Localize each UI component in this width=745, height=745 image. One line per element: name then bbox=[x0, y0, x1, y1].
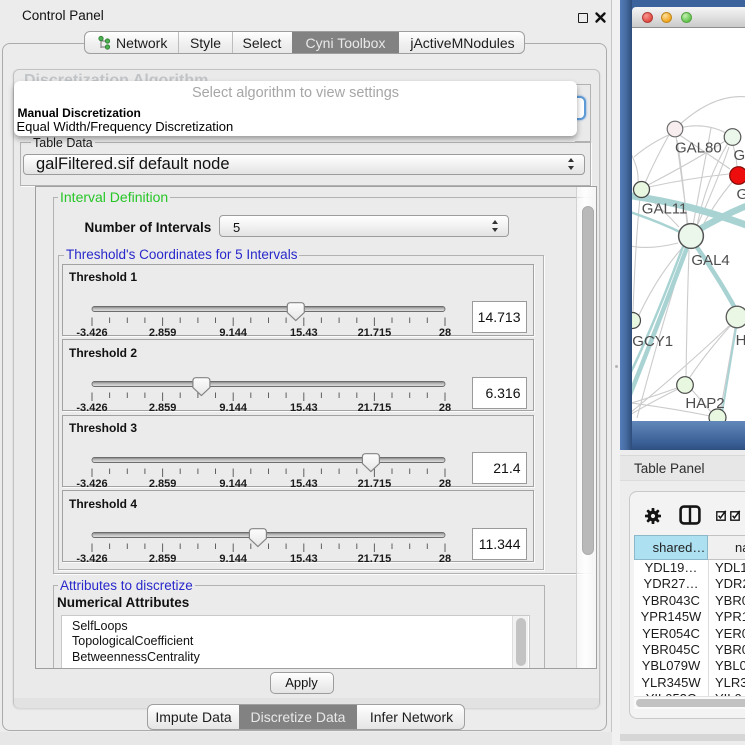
svg-text:GAL80: GAL80 bbox=[675, 140, 722, 157]
svg-text:28: 28 bbox=[439, 478, 451, 488]
svg-text:-3.426: -3.426 bbox=[76, 553, 107, 563]
svg-text:G: G bbox=[737, 186, 745, 203]
svg-text:9.144: 9.144 bbox=[219, 553, 247, 563]
svg-text:GAL4: GAL4 bbox=[691, 252, 729, 269]
svg-text:15.43: 15.43 bbox=[290, 478, 318, 488]
svg-text:H: H bbox=[736, 332, 745, 349]
svg-text:GCY1: GCY1 bbox=[632, 333, 673, 350]
svg-text:GA: GA bbox=[734, 147, 745, 164]
svg-text:2.859: 2.859 bbox=[149, 478, 177, 488]
svg-text:28: 28 bbox=[439, 553, 451, 563]
svg-text:-3.426: -3.426 bbox=[76, 402, 107, 412]
svg-text:-3.426: -3.426 bbox=[76, 327, 107, 337]
svg-text:15.43: 15.43 bbox=[290, 327, 318, 337]
svg-text:21.715: 21.715 bbox=[358, 402, 392, 412]
svg-text:15.43: 15.43 bbox=[290, 402, 318, 412]
svg-text:GAL11: GAL11 bbox=[642, 201, 688, 218]
svg-text:28: 28 bbox=[439, 327, 451, 337]
svg-text:28: 28 bbox=[439, 402, 451, 412]
svg-text:2.859: 2.859 bbox=[149, 553, 177, 563]
svg-text:21.715: 21.715 bbox=[358, 553, 392, 563]
svg-text:2.859: 2.859 bbox=[149, 327, 177, 337]
svg-text:21.715: 21.715 bbox=[358, 478, 392, 488]
svg-text:2.859: 2.859 bbox=[149, 402, 177, 412]
svg-text:9.144: 9.144 bbox=[219, 402, 247, 412]
svg-text:15.43: 15.43 bbox=[290, 553, 318, 563]
svg-text:-3.426: -3.426 bbox=[76, 478, 107, 488]
svg-text:21.715: 21.715 bbox=[358, 327, 392, 337]
svg-text:9.144: 9.144 bbox=[219, 327, 247, 337]
svg-text:9.144: 9.144 bbox=[219, 478, 247, 488]
svg-text:HAP2: HAP2 bbox=[685, 395, 724, 412]
